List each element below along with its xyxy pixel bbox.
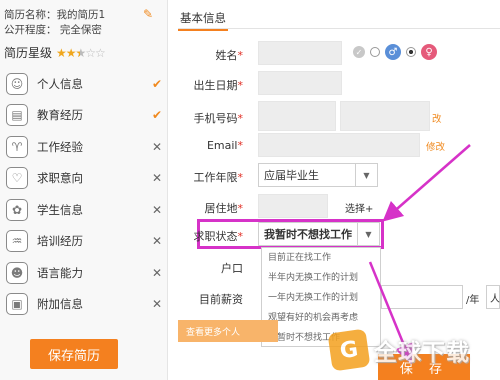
close-icon[interactable]: ✕ xyxy=(146,297,168,311)
sidebar-item-label: 教育经历 xyxy=(37,108,83,123)
rating-stars: ★★★★☆☆ xyxy=(56,45,106,60)
rating-label: 简历星级 xyxy=(4,46,53,60)
certificate-icon: ▤ xyxy=(6,104,28,127)
sidebar-item-label: 培训经历 xyxy=(37,234,83,249)
lungs-icon: ♈ xyxy=(6,135,28,158)
sidebar-item-label: 求职意向 xyxy=(37,171,83,186)
resume-meta: 简历名称：我的简历1 公开程度： 完全保密 xyxy=(0,0,167,38)
person-icon: ☺ xyxy=(6,72,28,95)
plant-icon: ✿ xyxy=(6,198,28,221)
main-form: 基本信息 姓名* ✓ ♂ ♀ 出生日期* 手机号码* 改 Email* 修改 工… xyxy=(168,0,500,380)
close-icon[interactable]: ✕ xyxy=(146,171,168,185)
sidebar-item-label: 学生信息 xyxy=(37,202,83,217)
briefcase-icon: ▣ xyxy=(6,293,28,316)
close-icon[interactable]: ✕ xyxy=(146,203,168,217)
close-icon[interactable]: ✕ xyxy=(146,266,168,280)
arrow-to-status xyxy=(382,144,471,222)
check-icon: ✔ xyxy=(151,76,163,91)
sidebar-item-label: 语言能力 xyxy=(37,265,83,280)
heart-hand-icon: ♡ xyxy=(6,167,28,190)
sidebar-item-label: 工作经验 xyxy=(37,139,83,154)
sidebar-item-label: 附加信息 xyxy=(37,297,83,312)
sidebar-item-student-info[interactable]: ✿ 学生信息 ✕ xyxy=(0,194,168,226)
sidebar-item-language[interactable]: ☻ 语言能力 ✕ xyxy=(0,257,168,289)
annotation-arrows xyxy=(368,144,471,365)
resume-rating: 简历星级 ★★★★☆☆ xyxy=(4,44,106,61)
sidebar: 简历名称：我的简历1 公开程度： 完全保密 ✎ 简历星级 ★★★★☆☆ ☺ 个人… xyxy=(0,0,168,380)
sidebar-item-training[interactable]: ♒ 培训经历 ✕ xyxy=(0,226,168,258)
resume-privacy: 公开程度： 完全保密 xyxy=(4,24,102,36)
save-resume-button[interactable]: 保存简历 xyxy=(30,339,118,369)
edit-pencil-icon[interactable]: ✎ xyxy=(143,7,153,21)
watermark-text: 全球下载 xyxy=(374,340,470,366)
watermark-logo-icon: G xyxy=(327,328,371,372)
sidebar-item-education[interactable]: ▤ 教育经历 ✔ xyxy=(0,100,168,132)
close-icon[interactable]: ✕ xyxy=(146,234,168,248)
close-icon[interactable]: ✕ xyxy=(146,140,168,154)
sidebar-item-job-intention[interactable]: ♡ 求职意向 ✕ xyxy=(0,163,168,195)
watermark: G 全球下载 xyxy=(327,328,470,372)
smile-icon: ☻ xyxy=(6,261,28,284)
sidebar-item-work-experience[interactable]: ♈ 工作经验 ✕ xyxy=(0,131,168,163)
sidebar-item-label: 个人信息 xyxy=(37,76,83,91)
sidebar-item-personal-info[interactable]: ☺ 个人信息 ✔ xyxy=(0,68,168,100)
sidebar-item-additional[interactable]: ▣ 附加信息 ✕ xyxy=(0,289,168,321)
sidebar-nav: ☺ 个人信息 ✔ ▤ 教育经历 ✔ ♈ 工作经验 ✕ ♡ 求职意向 ✕ ✿ 学生… xyxy=(0,68,168,320)
chart-icon: ♒ xyxy=(6,230,28,253)
check-icon: ✔ xyxy=(151,108,163,123)
